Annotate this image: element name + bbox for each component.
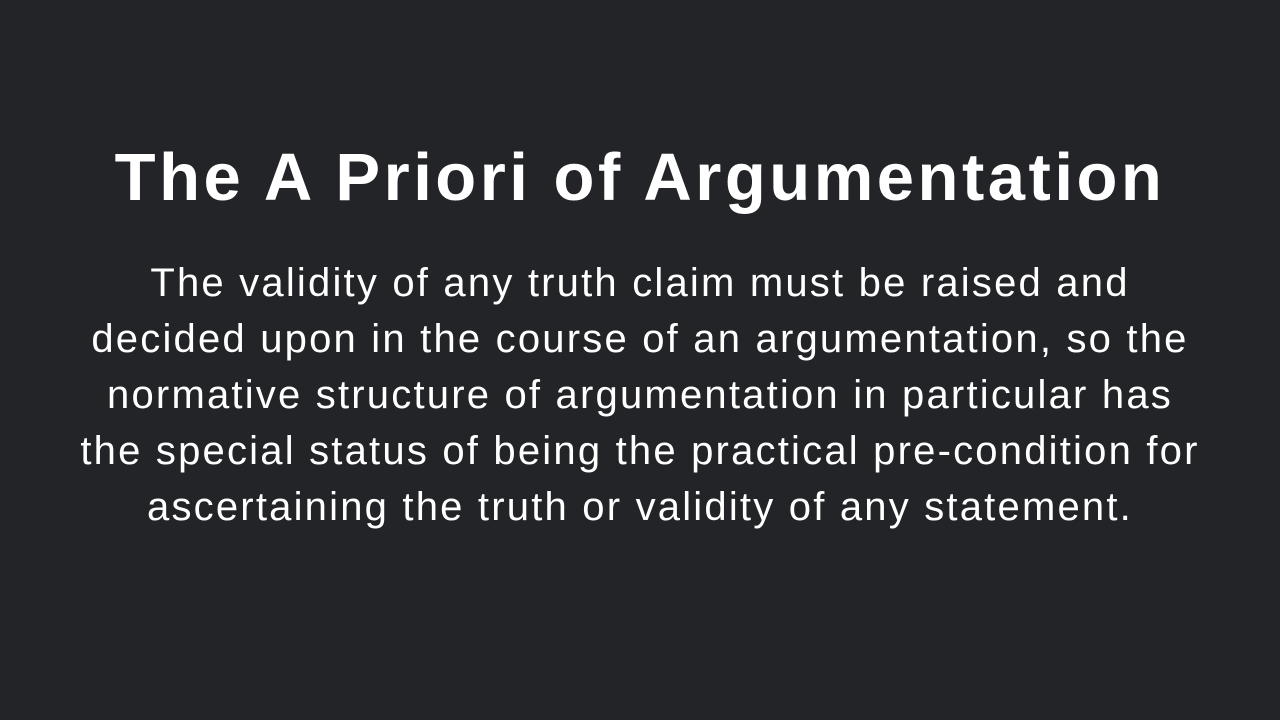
slide: The A Priori of Argumentation The validi…	[0, 0, 1280, 720]
slide-body-text: The validity of any truth claim must be …	[80, 261, 1200, 529]
slide-title: The A Priori of Argumentation	[114, 140, 1166, 215]
